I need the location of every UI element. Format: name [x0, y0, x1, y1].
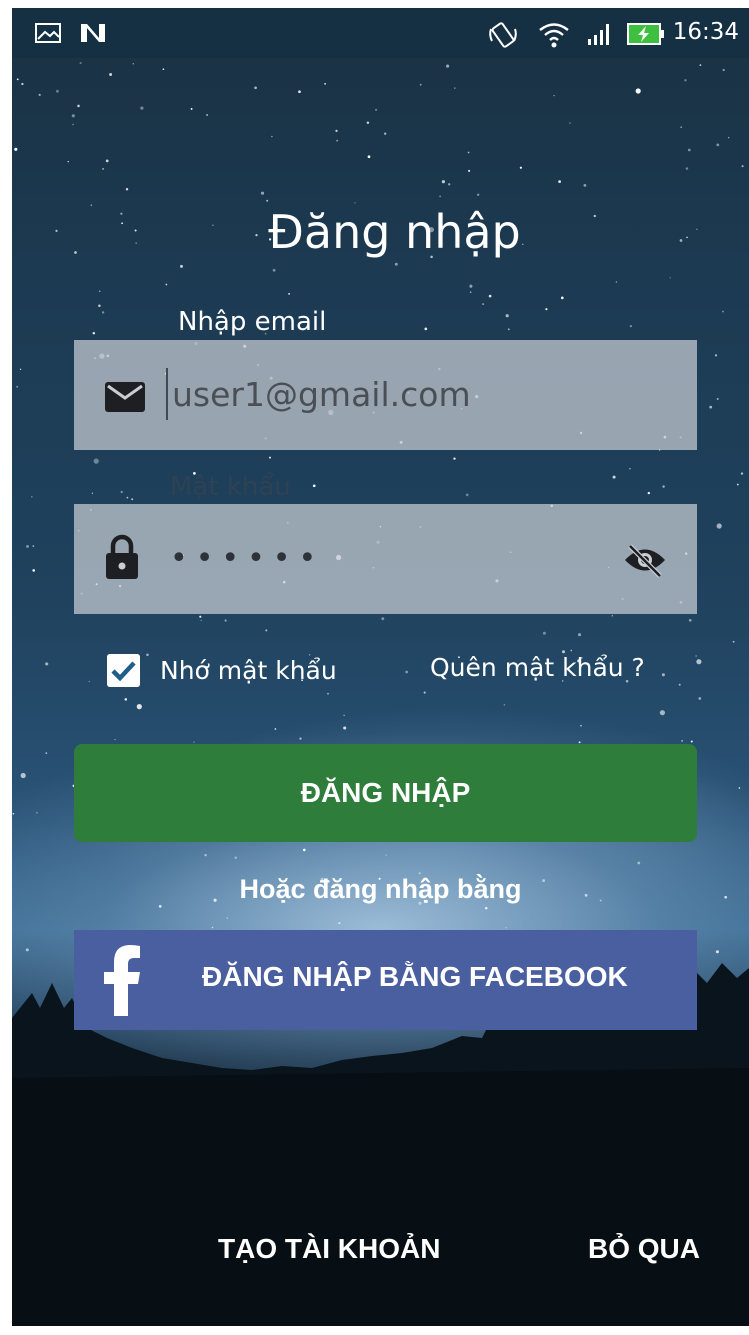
- status-bar: 16:34: [12, 8, 749, 58]
- forgot-password-link[interactable]: Quên mật khẩu ?: [430, 653, 645, 682]
- password-field[interactable]: [74, 504, 697, 614]
- create-account-link[interactable]: TẠO TÀI KHOẢN: [218, 1233, 440, 1265]
- mail-icon: [105, 382, 145, 412]
- login-button[interactable]: ĐĂNG NHẬP: [74, 744, 697, 842]
- eye-off-icon[interactable]: [622, 542, 668, 578]
- facebook-icon: [104, 945, 140, 1016]
- password-label: Mật khẩu: [170, 472, 291, 502]
- wifi-icon: [539, 23, 569, 48]
- battery-charging-icon: [627, 23, 664, 45]
- lock-icon: [106, 534, 138, 579]
- login-button-label: ĐĂNG NHẬP: [300, 777, 471, 808]
- or-login-with-label: Hoặc đăng nhập bằng: [239, 874, 522, 904]
- remember-password-row[interactable]: Nhớ mật khẩu: [107, 650, 337, 690]
- email-label: Nhập email: [178, 307, 327, 337]
- email-input[interactable]: [166, 368, 672, 420]
- phone-screen: 16:34 Đăng nhập Nhập email Mật khẩu: [12, 8, 749, 1326]
- skip-link[interactable]: BỎ QUA: [588, 1233, 700, 1265]
- vibrate-icon: [489, 22, 517, 48]
- image-icon: [35, 23, 61, 43]
- screen: 16:34 Đăng nhập Nhập email Mật khẩu: [0, 0, 749, 1335]
- remember-checkbox[interactable]: [107, 653, 140, 687]
- page-title: Đăng nhập: [268, 205, 521, 259]
- n-notification-icon: [81, 24, 105, 42]
- facebook-login-button[interactable]: ĐĂNG NHẬP BẰNG FACEBOOK: [74, 930, 697, 1030]
- checkmark-icon: [107, 653, 140, 687]
- status-time: 16:34: [672, 19, 739, 45]
- signal-icon: [588, 24, 609, 45]
- remember-password-label: Nhớ mật khẩu: [160, 655, 337, 685]
- password-input[interactable]: [170, 530, 590, 586]
- email-field[interactable]: [74, 340, 697, 450]
- facebook-login-label: ĐĂNG NHẬP BẰNG FACEBOOK: [202, 961, 628, 992]
